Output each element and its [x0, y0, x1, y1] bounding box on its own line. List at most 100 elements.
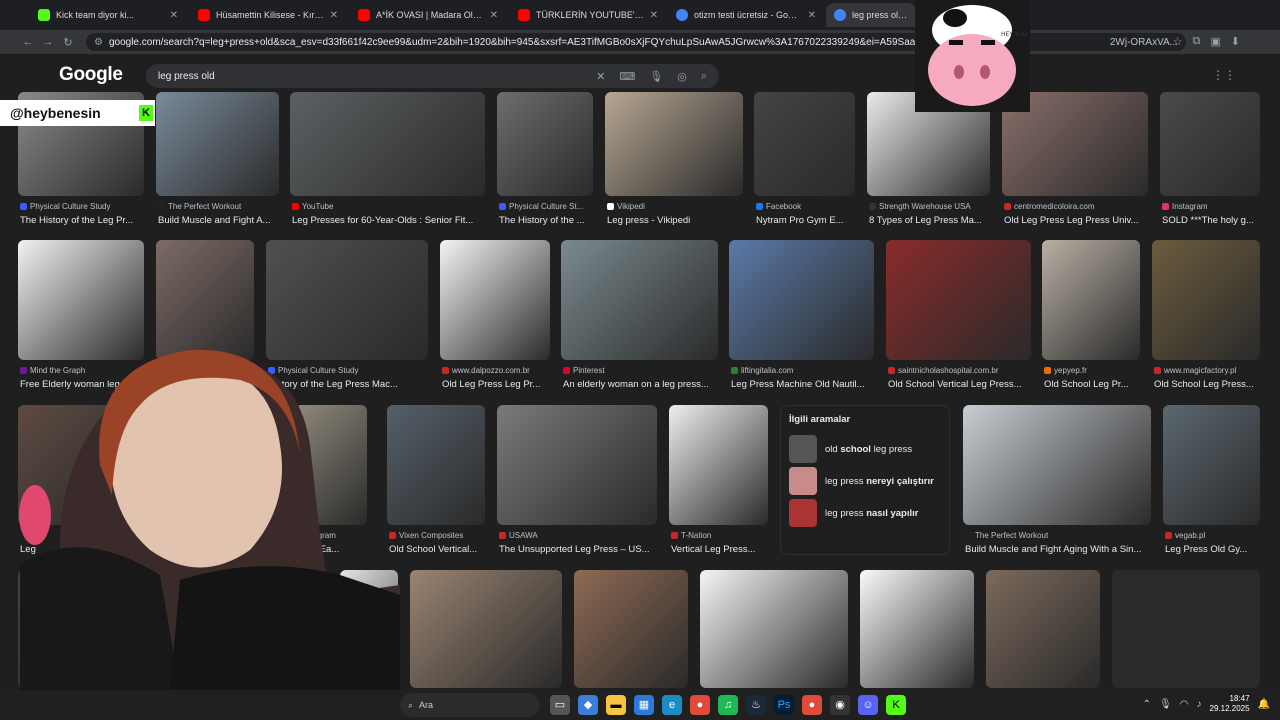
- result-source[interactable]: www.magicfactory.pl: [1154, 366, 1260, 375]
- result-thumbnail[interactable]: [605, 92, 743, 196]
- related-search-item[interactable]: leg press nereyi çalıştırır: [789, 465, 941, 497]
- result-source[interactable]: YouTube: [292, 202, 485, 211]
- result-thumbnail[interactable]: [387, 405, 485, 525]
- close-icon[interactable]: ✕: [330, 10, 338, 21]
- result-title[interactable]: Leg Press Machine Old Nautil...: [731, 379, 874, 390]
- result-source[interactable]: Physical Culture St...: [499, 202, 593, 211]
- tab-5[interactable]: otizm testi ücretsiz - Google'da ✕: [668, 3, 824, 27]
- image-result[interactable]: Vixen Composites Old School Vertical...: [387, 405, 485, 565]
- tab-4[interactable]: TÜRKLERİN YOUTUBE'U NEDEN ✕: [510, 3, 666, 27]
- image-result[interactable]: Physical Culture St... The History of the…: [497, 92, 593, 236]
- result-title[interactable]: Leg Press Old Gy...: [1165, 544, 1260, 555]
- download-icon[interactable]: ⬇: [1231, 35, 1240, 48]
- result-source[interactable]: Strength Warehouse USA: [869, 202, 990, 211]
- result-source[interactable]: Vixen Composites: [389, 531, 485, 540]
- result-title[interactable]: An elderly woman on a leg press...: [563, 379, 718, 390]
- kick-app-icon[interactable]: K: [886, 695, 906, 715]
- result-source[interactable]: T-Nation: [671, 531, 768, 540]
- close-icon[interactable]: ✕: [490, 10, 498, 21]
- result-thumbnail[interactable]: [1152, 240, 1260, 360]
- tab-active[interactable]: leg press old - Goo: [826, 3, 916, 27]
- extension-icon[interactable]: ⧉: [1193, 35, 1201, 48]
- result-source[interactable]: Facebook: [756, 202, 855, 211]
- result-title[interactable]: Leg Presses for 60-Year-Olds : Senior Fi…: [292, 215, 485, 226]
- result-thumbnail[interactable]: [700, 570, 848, 688]
- result-title[interactable]: The History of the ...: [499, 215, 593, 226]
- notification-bell-icon[interactable]: 🔔: [1258, 699, 1270, 710]
- result-thumbnail[interactable]: [860, 570, 974, 688]
- result-source[interactable]: centromedicoloira.com: [1004, 202, 1148, 211]
- wifi-icon[interactable]: ◠: [1180, 699, 1189, 710]
- tab-1[interactable]: Kick team diyor ki... ✕: [30, 3, 186, 27]
- result-thumbnail[interactable]: [574, 570, 688, 688]
- close-icon[interactable]: ✕: [650, 10, 658, 21]
- image-result[interactable]: liftingitalia.com Leg Press Machine Old N…: [729, 240, 874, 400]
- result-title[interactable]: Build Muscle and Fight A...: [158, 215, 279, 226]
- keyboard-icon[interactable]: ⌨: [619, 70, 635, 83]
- result-thumbnail[interactable]: [986, 570, 1100, 688]
- site-info-icon[interactable]: ⚙: [94, 37, 103, 48]
- image-result[interactable]: YouTube Leg Presses for 60-Year-Olds : Se…: [290, 92, 485, 236]
- image-result[interactable]: www.magicfactory.pl Old School Leg Press.…: [1152, 240, 1260, 400]
- result-thumbnail[interactable]: [156, 92, 279, 196]
- chrome-active-icon[interactable]: ●: [802, 695, 822, 715]
- image-result[interactable]: Strength Warehouse USA 8 Types of Leg Pre…: [867, 92, 990, 236]
- result-source[interactable]: The Perfect Workout: [965, 531, 1151, 540]
- image-result[interactable]: www.dalpozzo.com.br Old Leg Press Leg Pr.…: [440, 240, 550, 400]
- search-input[interactable]: [158, 70, 597, 82]
- result-thumbnail[interactable]: [497, 405, 657, 525]
- image-result[interactable]: vegab.pl Leg Press Old Gy...: [1163, 405, 1260, 565]
- result-thumbnail[interactable]: [669, 405, 768, 525]
- result-title[interactable]: Old School Vertical Leg Press...: [888, 379, 1031, 390]
- result-title[interactable]: 8 Types of Leg Press Ma...: [869, 215, 990, 226]
- result-source[interactable]: Vikipedi: [607, 202, 743, 211]
- task-view-icon[interactable]: ▭: [550, 695, 570, 715]
- result-source[interactable]: Physical Culture Study: [20, 202, 144, 211]
- result-title[interactable]: The Unsupported Leg Press – US...: [499, 544, 657, 555]
- result-title[interactable]: Old School Vertical...: [389, 544, 485, 555]
- lens-camera-icon[interactable]: ◎: [677, 70, 687, 83]
- result-thumbnail[interactable]: [440, 240, 550, 360]
- forward-arrow-icon[interactable]: →: [38, 36, 58, 48]
- image-result[interactable]: Pinterest An elderly woman on a leg press…: [561, 240, 718, 400]
- result-source[interactable]: Pinterest: [563, 366, 718, 375]
- result-title[interactable]: Leg press - Vikipedi: [607, 215, 743, 226]
- taskbar-search[interactable]: ⌕ Ara: [400, 693, 540, 717]
- google-logo[interactable]: Google: [59, 64, 123, 86]
- result-thumbnail[interactable]: [290, 92, 485, 196]
- result-source[interactable]: The Perfect Workout: [158, 202, 279, 211]
- result-title[interactable]: Old Leg Press Leg Press Univ...: [1004, 215, 1148, 226]
- result-title[interactable]: Old School Leg Press...: [1154, 379, 1260, 390]
- image-result[interactable]: Vikipedi Leg press - Vikipedi: [605, 92, 743, 236]
- result-thumbnail[interactable]: [886, 240, 1031, 360]
- image-result[interactable]: saintnicholashospital.com.br Old School V…: [886, 240, 1031, 400]
- result-thumbnail[interactable]: [1112, 570, 1260, 688]
- result-thumbnail[interactable]: [1160, 92, 1260, 196]
- search-icon[interactable]: ⌕: [701, 70, 707, 83]
- search-box[interactable]: ✕ ⌨ 🎙 ◎ ⌕: [146, 64, 719, 88]
- tab-3[interactable]: A*İK OVASI | Madara Olduk #6 ✕: [350, 3, 506, 27]
- close-icon[interactable]: ✕: [170, 10, 178, 21]
- related-search-item[interactable]: leg press nasıl yapılır: [789, 497, 941, 529]
- microphone-icon[interactable]: 🎙: [649, 70, 663, 83]
- result-title[interactable]: SOLD ***The holy g...: [1162, 215, 1260, 226]
- result-source[interactable]: Instagram: [1162, 202, 1260, 211]
- result-thumbnail[interactable]: [963, 405, 1151, 525]
- result-source[interactable]: saintnicholashospital.com.br: [888, 366, 1031, 375]
- result-thumbnail[interactable]: [1163, 405, 1260, 525]
- result-title[interactable]: Old Leg Press Leg Pr...: [442, 379, 550, 390]
- puzzle-icon[interactable]: ▣: [1210, 35, 1220, 48]
- volume-icon[interactable]: ♪: [1197, 699, 1202, 710]
- bookmark-star-icon[interactable]: ☆: [1173, 35, 1183, 48]
- result-thumbnail[interactable]: [561, 240, 718, 360]
- store-icon[interactable]: ▦: [634, 695, 654, 715]
- result-thumbnail[interactable]: [410, 570, 562, 688]
- chrome-icon[interactable]: ●: [690, 695, 710, 715]
- microphone-icon[interactable]: 🎙: [1159, 699, 1172, 710]
- result-source[interactable]: USAWA: [499, 531, 657, 540]
- image-result[interactable]: T-Nation Vertical Leg Press...: [669, 405, 768, 565]
- reload-icon[interactable]: ↻: [58, 36, 78, 49]
- steam-icon[interactable]: ♨: [746, 695, 766, 715]
- result-thumbnail[interactable]: [497, 92, 593, 196]
- chevron-up-icon[interactable]: ⌃: [1143, 699, 1151, 710]
